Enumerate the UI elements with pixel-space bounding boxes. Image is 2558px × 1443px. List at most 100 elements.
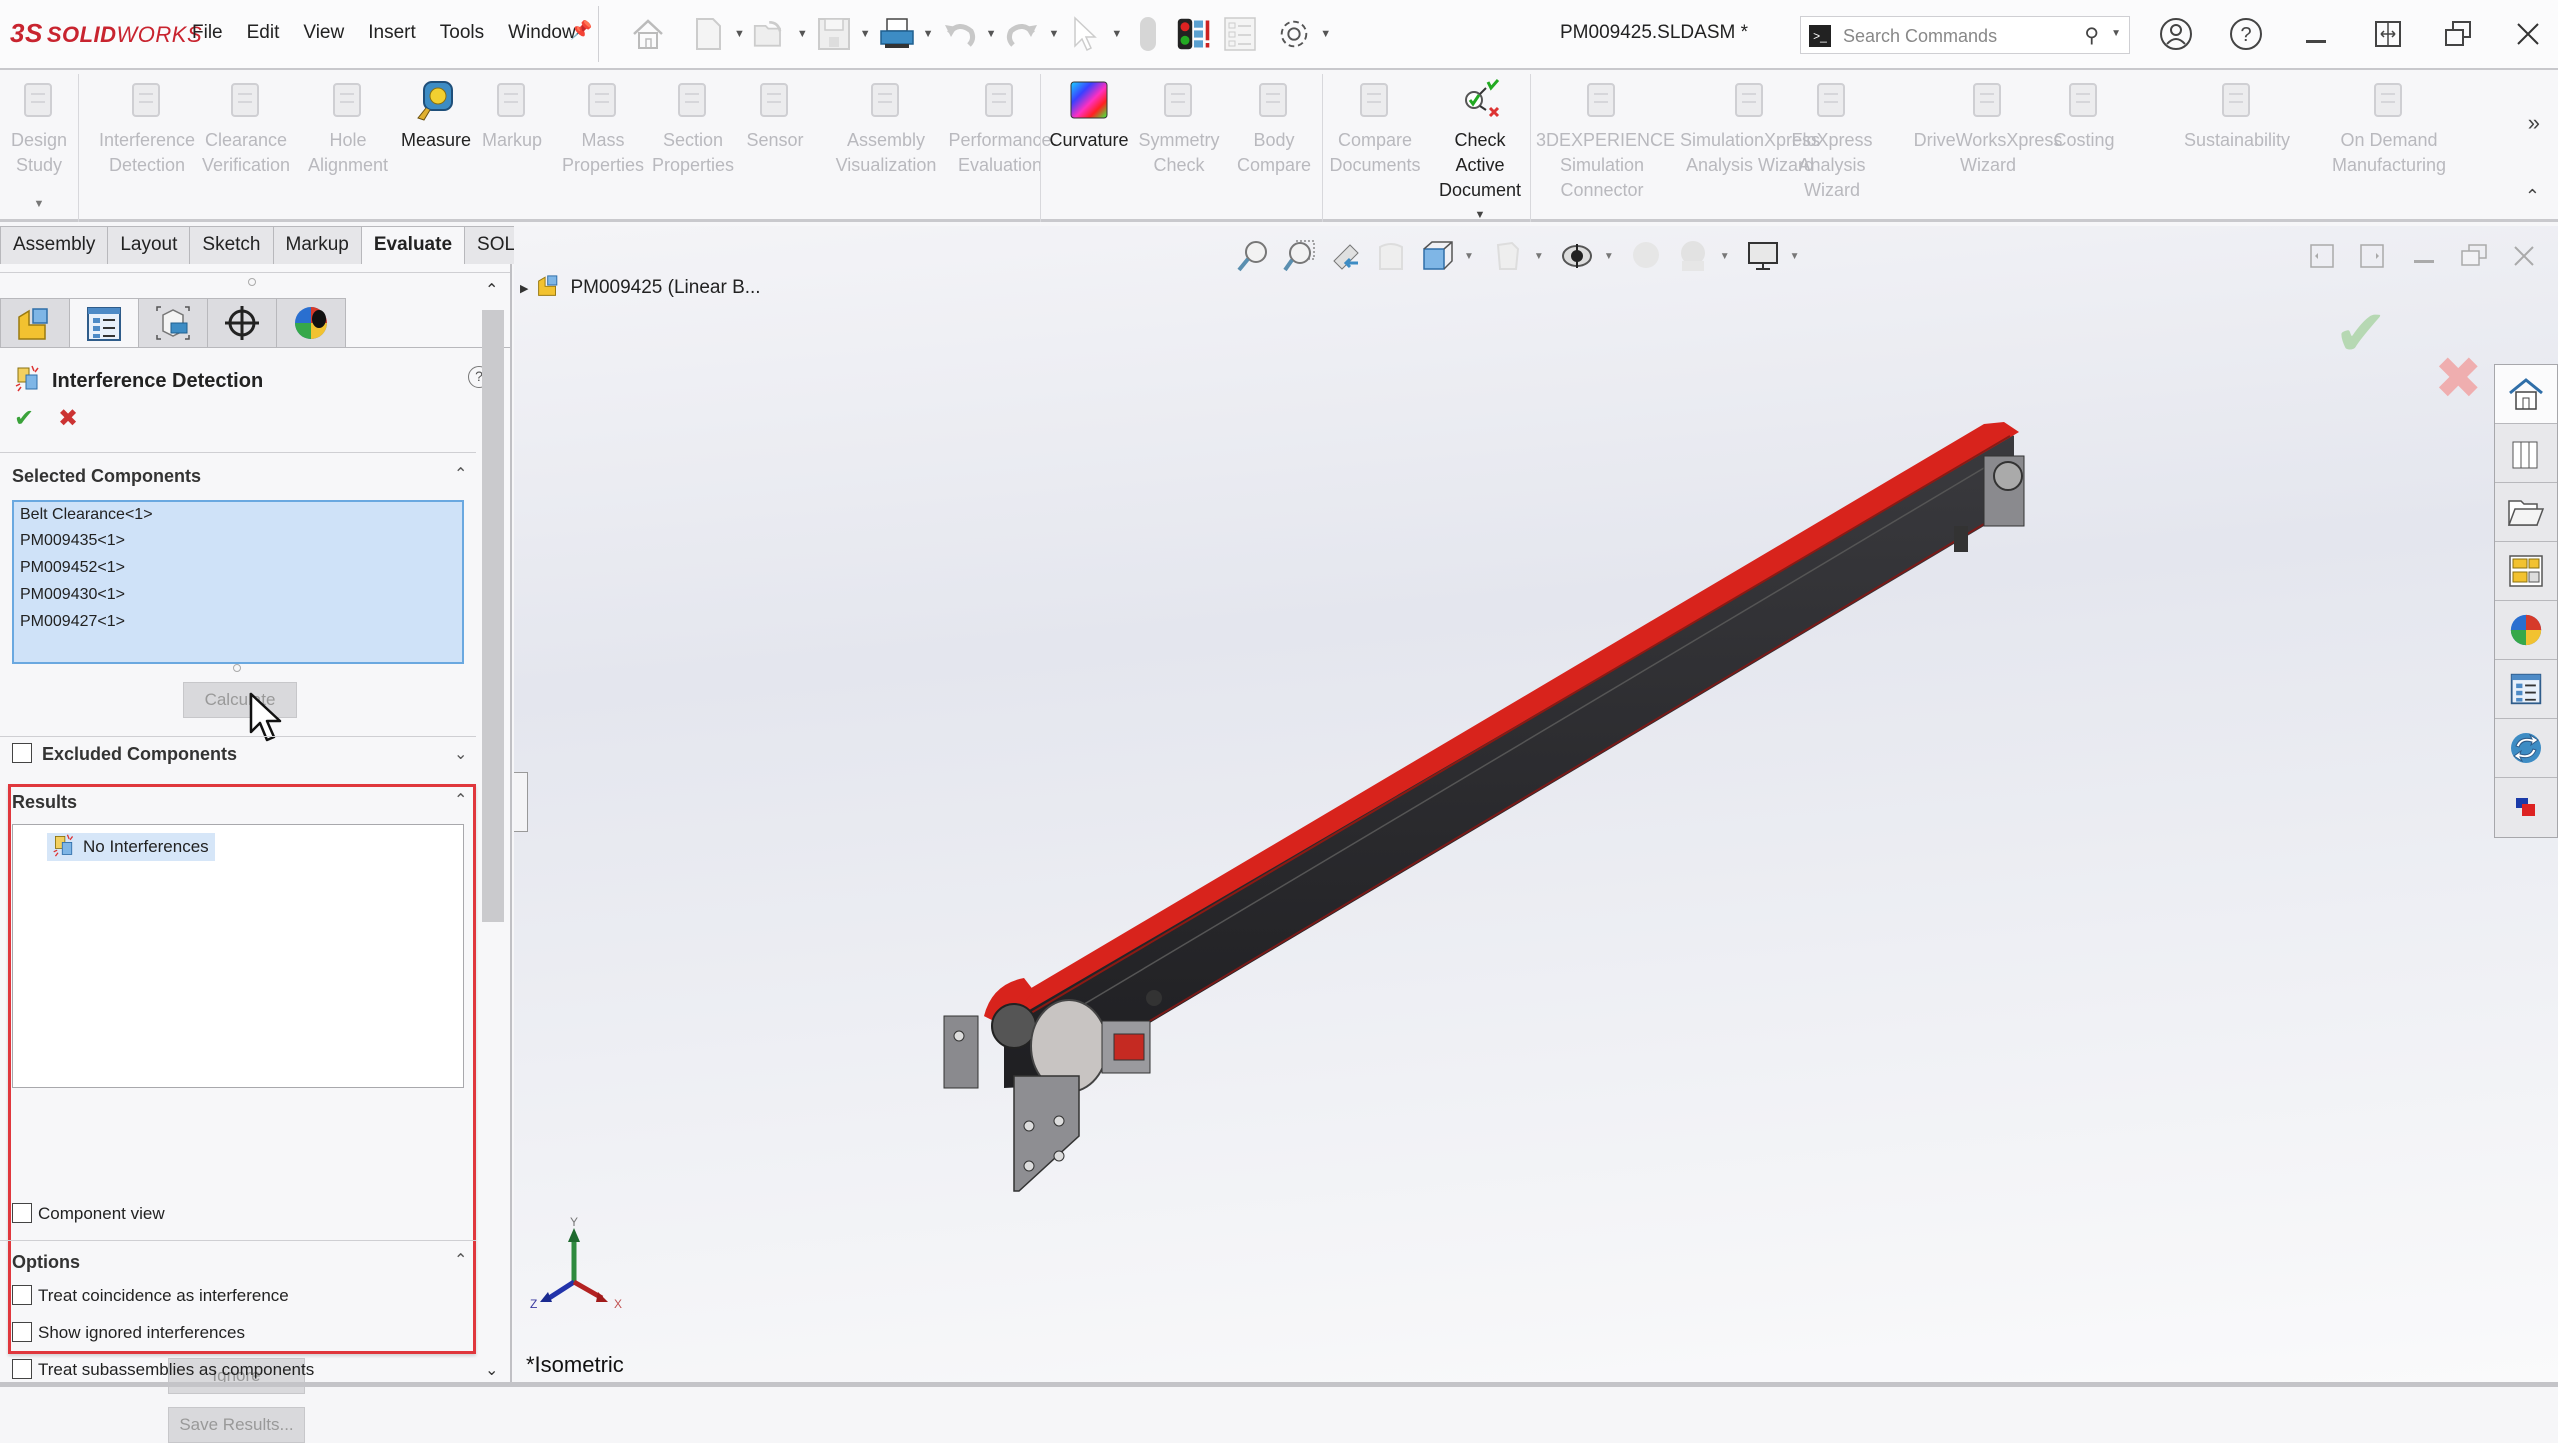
close-window-icon[interactable] bbox=[2508, 14, 2548, 54]
ribbon-button-curvature[interactable]: Curvature bbox=[1044, 76, 1134, 153]
rebuild-icon[interactable] bbox=[1130, 16, 1166, 52]
appearances-scenes-icon[interactable] bbox=[2495, 601, 2557, 660]
print-dropdown-icon[interactable]: ▼ bbox=[923, 28, 934, 40]
mounting-plate[interactable] bbox=[1013, 1075, 1080, 1192]
options-dropdown-icon[interactable]: ▼ bbox=[1320, 28, 1331, 40]
list-item[interactable]: PM009452<1> bbox=[20, 559, 125, 577]
collapse-ribbon-icon[interactable]: ⌃ bbox=[2525, 186, 2540, 207]
tab-assembly[interactable]: Assembly bbox=[0, 226, 109, 264]
file-properties-icon[interactable] bbox=[1222, 16, 1258, 52]
select-dropdown-icon[interactable]: ▼ bbox=[1111, 28, 1122, 40]
menu-insert[interactable]: Insert bbox=[368, 22, 416, 44]
ribbon-button-check-active-document[interactable]: Check Active Document ▼ bbox=[1432, 76, 1528, 228]
ribbon-button-mass-properties[interactable]: Mass Properties bbox=[560, 76, 646, 178]
graphics-area[interactable]: ▶ PM009425 (Linear B... ▼ ▼ ▼ ▼ ▼ ✔ ✖ Y … bbox=[514, 226, 2558, 1387]
save-icon[interactable] bbox=[816, 16, 852, 52]
selected-components-header[interactable]: Selected Components bbox=[12, 466, 201, 487]
collapse-chevron-up-icon[interactable]: ⌃ bbox=[454, 1250, 467, 1270]
list-resize-handle[interactable] bbox=[233, 664, 241, 672]
excluded-components-header[interactable]: Excluded Components bbox=[42, 744, 237, 765]
undo-icon[interactable] bbox=[942, 16, 978, 52]
panel-scrollbar[interactable]: ⌃ ⌄ bbox=[480, 280, 506, 1380]
ribbon-button-measure[interactable]: Measure bbox=[396, 76, 476, 153]
ribbon-button-costing[interactable]: Costing bbox=[2044, 76, 2124, 153]
ribbon-button-design-study[interactable]: Design Study ▼ bbox=[4, 76, 74, 217]
file-explorer-icon[interactable] bbox=[2495, 483, 2557, 542]
property-manager-tab[interactable] bbox=[69, 298, 139, 348]
treat-coincidence-checkbox[interactable] bbox=[12, 1285, 32, 1305]
collapse-chevron-up-icon[interactable]: ⌃ bbox=[454, 464, 467, 484]
ribbon-button-clearance-verification[interactable]: Clearance Verification bbox=[198, 76, 294, 178]
undo-dropdown-icon[interactable]: ▼ bbox=[986, 28, 997, 40]
show-ignored-checkbox[interactable] bbox=[12, 1322, 32, 1342]
ribbon-button-compare-documents[interactable]: Compare Documents bbox=[1326, 76, 1424, 178]
conveyor-belt[interactable] bbox=[984, 422, 2019, 1026]
component-view-checkbox[interactable] bbox=[12, 1203, 32, 1223]
tile-window-icon[interactable] bbox=[2368, 14, 2408, 54]
ribbon-button-markup[interactable]: Markup bbox=[476, 76, 548, 153]
results-list[interactable]: No Interferences bbox=[12, 824, 464, 1088]
options-header[interactable]: Options bbox=[12, 1252, 80, 1273]
select-icon[interactable] bbox=[1067, 16, 1103, 52]
collapse-chevron-up-icon[interactable]: ⌃ bbox=[454, 790, 467, 810]
design-study-dropdown-icon[interactable]: ▼ bbox=[4, 192, 74, 217]
options-gear-icon[interactable] bbox=[1276, 16, 1312, 52]
search-icon[interactable]: ⚲ bbox=[2084, 23, 2099, 48]
traffic-light-icon[interactable] bbox=[1176, 16, 1212, 52]
scrollbar-thumb[interactable] bbox=[482, 310, 504, 922]
ok-checkmark-icon[interactable]: ✔ bbox=[14, 404, 34, 433]
check-active-document-dropdown-icon[interactable]: ▼ bbox=[1432, 203, 1528, 228]
view-palette-icon[interactable] bbox=[2495, 542, 2557, 601]
tab-sketch[interactable]: Sketch bbox=[189, 226, 274, 264]
conveyor-model[interactable] bbox=[514, 226, 2558, 1387]
solidworks-resources-icon[interactable] bbox=[2495, 365, 2557, 424]
help-icon[interactable]: ? bbox=[2226, 14, 2266, 54]
redo-icon[interactable] bbox=[1004, 16, 1040, 52]
list-item[interactable]: PM009430<1> bbox=[20, 586, 125, 604]
ribbon-button-on-demand-manufacturing[interactable]: On Demand Manufacturing bbox=[2314, 76, 2464, 178]
conveyor-frame[interactable] bbox=[1004, 426, 2014, 1088]
more-commands-icon[interactable]: » bbox=[2528, 110, 2540, 136]
ribbon-button-simulation-connector[interactable]: 3DEXPERIENCE Simulation Connector bbox=[1536, 76, 1675, 203]
minimize-icon[interactable] bbox=[2296, 14, 2336, 54]
print-icon[interactable] bbox=[879, 16, 915, 52]
list-item[interactable]: PM009427<1> bbox=[20, 613, 125, 631]
feature-manager-tab[interactable] bbox=[0, 298, 70, 348]
open-icon[interactable] bbox=[753, 16, 789, 52]
drive-end-bracket[interactable] bbox=[943, 1015, 979, 1089]
save-results-button[interactable]: Save Results... bbox=[168, 1407, 305, 1443]
open-dropdown-icon[interactable]: ▼ bbox=[797, 28, 808, 40]
ribbon-button-hole-alignment[interactable]: Hole Alignment bbox=[300, 76, 396, 178]
redo-dropdown-icon[interactable]: ▼ bbox=[1048, 28, 1059, 40]
restore-window-icon[interactable] bbox=[2438, 14, 2478, 54]
selected-components-list[interactable]: Belt Clearance<1> PM009435<1> PM009452<1… bbox=[12, 500, 464, 664]
menu-tools[interactable]: Tools bbox=[440, 22, 484, 44]
tab-evaluate[interactable]: Evaluate bbox=[360, 226, 466, 264]
design-library-icon[interactable] bbox=[2495, 424, 2557, 483]
list-item[interactable]: Belt Clearance<1> bbox=[20, 506, 153, 524]
tab-markup[interactable]: Markup bbox=[272, 226, 362, 264]
ribbon-button-floxpress[interactable]: FloXpress Analysis Wizard bbox=[1784, 76, 1880, 203]
search-dropdown-icon[interactable]: ▼ bbox=[2111, 28, 2121, 39]
search-commands-input[interactable]: >_ Search Commands ⚲ ▼ bbox=[1800, 16, 2130, 54]
ribbon-button-sensor[interactable]: Sensor bbox=[742, 76, 808, 153]
menu-file[interactable]: File bbox=[192, 22, 223, 44]
save-dropdown-icon[interactable]: ▼ bbox=[860, 28, 871, 40]
solidworks-logo[interactable]: 3S SOLIDWORKS bbox=[10, 18, 202, 49]
excluded-components-checkbox[interactable] bbox=[12, 743, 32, 763]
scroll-up-icon[interactable]: ⌃ bbox=[485, 280, 498, 300]
menu-edit[interactable]: Edit bbox=[247, 22, 280, 44]
menu-view[interactable]: View bbox=[303, 22, 344, 44]
ribbon-button-interference-detection[interactable]: Interference Detection bbox=[96, 76, 198, 178]
treat-subassemblies-checkbox[interactable] bbox=[12, 1359, 32, 1379]
pin-icon[interactable]: 📌 bbox=[570, 20, 592, 41]
new-dropdown-icon[interactable]: ▼ bbox=[734, 28, 745, 40]
tab-layout[interactable]: Layout bbox=[107, 226, 191, 264]
custom-properties-icon[interactable] bbox=[2495, 660, 2557, 719]
display-manager-tab[interactable] bbox=[276, 298, 346, 348]
ribbon-button-body-compare[interactable]: Body Compare bbox=[1232, 76, 1316, 178]
ribbon-button-assembly-visualization[interactable]: Assembly Visualization bbox=[830, 76, 942, 178]
panel-resize-handle[interactable] bbox=[248, 278, 256, 286]
result-item[interactable]: No Interferences bbox=[47, 833, 215, 861]
ribbon-button-symmetry-check[interactable]: Symmetry Check bbox=[1134, 76, 1224, 178]
